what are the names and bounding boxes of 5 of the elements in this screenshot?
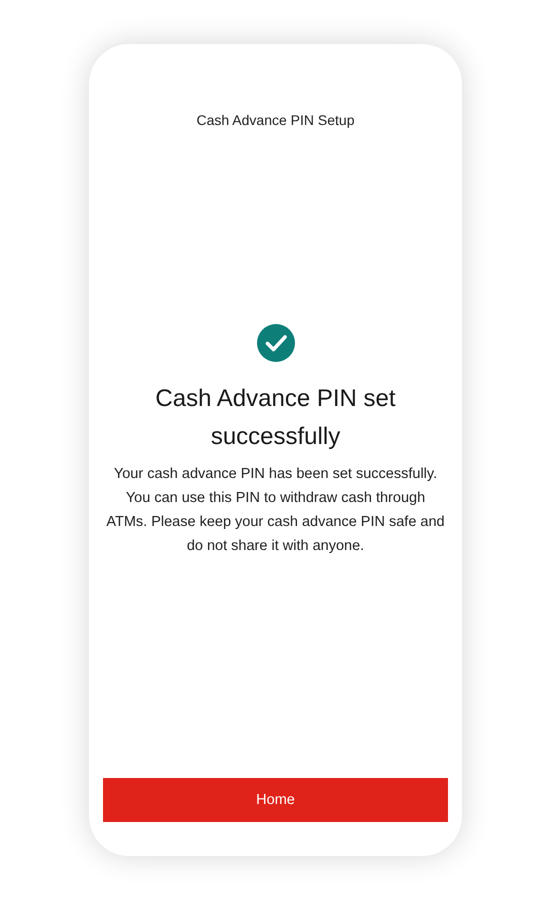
success-heading: Cash Advance PIN set successfully xyxy=(154,384,397,452)
screen-title: Cash Advance PIN Setup xyxy=(196,111,354,130)
check-circle-icon xyxy=(256,324,294,362)
success-message: Your cash advance PIN has been set successfully. You can use this PIN to withdraw cash through ATMs. Please keep your cash advance PIN safe and do not share it with anyone. xyxy=(106,465,446,556)
home-button[interactable]: Home xyxy=(103,778,448,822)
